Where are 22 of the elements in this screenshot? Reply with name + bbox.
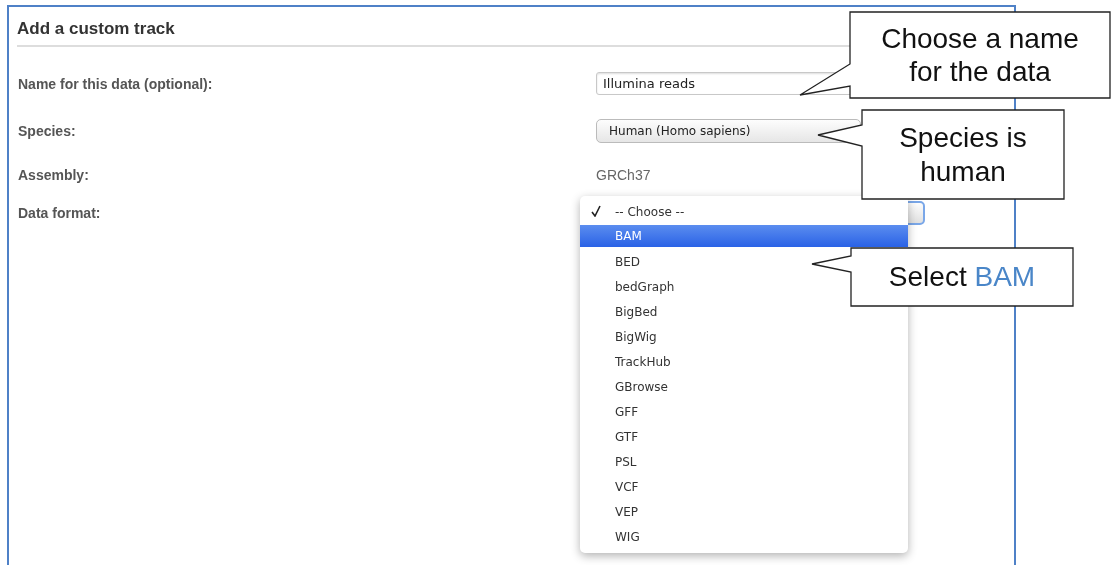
- section-title: Add a custom track: [17, 19, 175, 39]
- menu-item[interactable]: TrackHub: [580, 349, 908, 374]
- species-select[interactable]: Human (Homo sapiens): [596, 119, 861, 143]
- field-label: Data format:: [18, 205, 101, 221]
- menu-item[interactable]: BAM: [580, 225, 908, 247]
- field-label: Assembly:: [18, 167, 89, 183]
- menu-item[interactable]: PSL: [580, 449, 908, 474]
- checkmark-icon: [591, 205, 601, 217]
- menu-item[interactable]: VCF: [580, 474, 908, 499]
- menu-item[interactable]: BigBed: [580, 299, 908, 324]
- menu-item[interactable]: -- Choose --: [580, 199, 908, 224]
- menu-item[interactable]: GFF: [580, 399, 908, 424]
- field-label: Species:: [18, 123, 76, 139]
- menu-item[interactable]: BigWig: [580, 324, 908, 349]
- menu-item[interactable]: VEP: [580, 499, 908, 524]
- field-label: Name for this data (optional):: [18, 75, 213, 92]
- menu-item[interactable]: GBrowse: [580, 374, 908, 399]
- menu-item[interactable]: WIG: [580, 524, 908, 549]
- assembly-value: GRCh37: [596, 167, 651, 183]
- callout-text: Choose a name for the data: [880, 21, 1080, 89]
- menu-item[interactable]: GTF: [580, 424, 908, 449]
- callout-text: Species is human: [898, 121, 1028, 188]
